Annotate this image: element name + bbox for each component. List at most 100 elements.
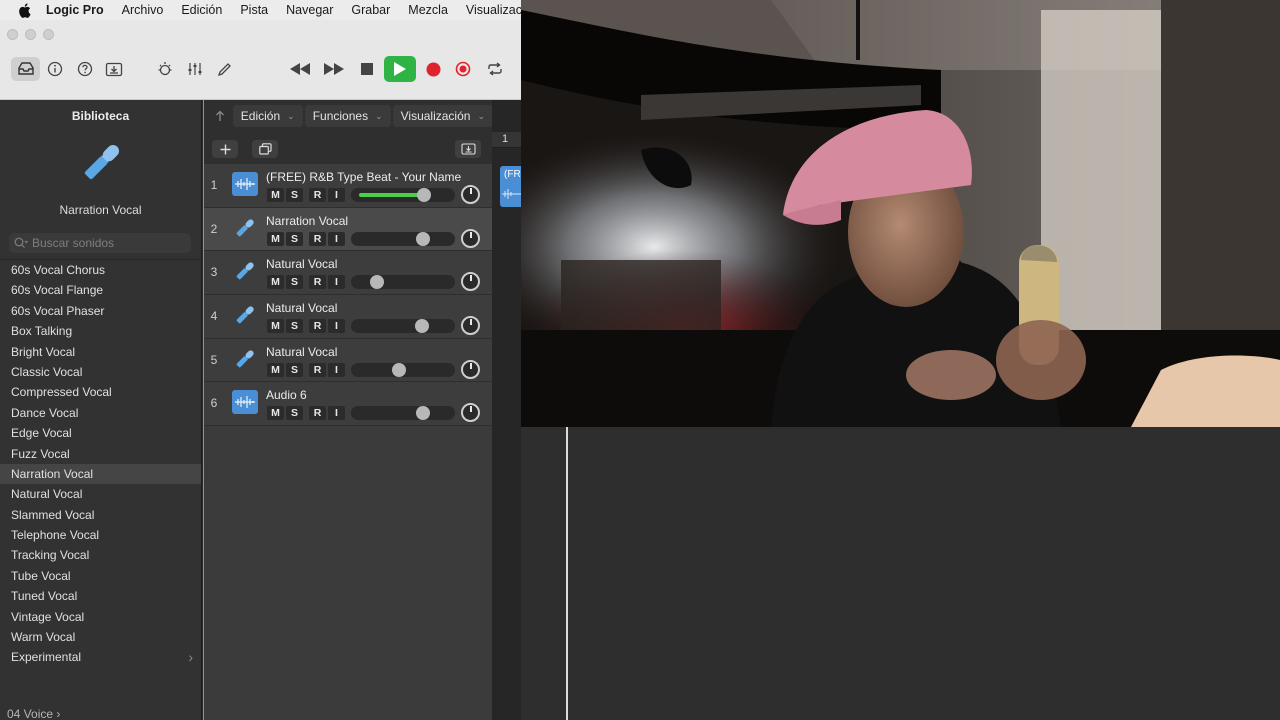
- library-item[interactable]: 60s Vocal Phaser: [0, 301, 201, 321]
- volume-fader-knob[interactable]: [415, 231, 430, 246]
- pan-knob[interactable]: [461, 403, 480, 423]
- microphone-icon[interactable]: [232, 259, 258, 283]
- smart-controls-button[interactable]: [154, 57, 176, 81]
- volume-fader[interactable]: [351, 319, 455, 334]
- record-enable-button[interactable]: R: [309, 275, 326, 290]
- window-close-button[interactable]: [7, 29, 18, 40]
- view-menu-button[interactable]: Visualización ⌄: [392, 105, 493, 127]
- volume-fader-knob[interactable]: [391, 362, 406, 377]
- capture-recording-button[interactable]: [452, 57, 474, 81]
- library-item[interactable]: 60s Vocal Flange: [0, 280, 201, 300]
- record-enable-button[interactable]: R: [309, 231, 326, 246]
- rewind-button[interactable]: [287, 57, 313, 81]
- waveform-icon[interactable]: [232, 390, 258, 415]
- library-footer-breadcrumb[interactable]: 04 Voice ›: [7, 707, 60, 720]
- stop-button[interactable]: [355, 57, 379, 81]
- back-button[interactable]: [209, 105, 231, 127]
- functions-menu-button[interactable]: Funciones ⌄: [304, 105, 391, 127]
- library-item[interactable]: Compressed Vocal: [0, 382, 201, 402]
- volume-fader[interactable]: [351, 362, 455, 377]
- solo-button[interactable]: S: [286, 188, 303, 202]
- track-row[interactable]: 5 Natural Vocal M S R I: [204, 338, 493, 383]
- track-name[interactable]: Narration Vocal: [266, 214, 348, 228]
- library-item[interactable]: Edge Vocal: [0, 423, 201, 443]
- volume-fader[interactable]: [351, 231, 455, 246]
- pan-knob[interactable]: [461, 228, 480, 248]
- volume-fader-knob[interactable]: [415, 406, 430, 421]
- apple-menu-icon[interactable]: [18, 2, 31, 18]
- window-zoom-button[interactable]: [43, 29, 54, 40]
- volume-fader[interactable]: [351, 275, 455, 290]
- mute-button[interactable]: M: [267, 319, 284, 334]
- pan-knob[interactable]: [461, 272, 480, 292]
- library-item[interactable]: Tube Vocal: [0, 566, 201, 586]
- library-item[interactable]: Fuzz Vocal: [0, 444, 201, 464]
- track-name[interactable]: Natural Vocal: [266, 345, 337, 359]
- play-button[interactable]: [384, 56, 416, 82]
- fast-forward-button[interactable]: [321, 57, 347, 81]
- library-search[interactable]: [9, 233, 191, 253]
- microphone-icon[interactable]: [232, 303, 258, 327]
- browser-button[interactable]: [103, 57, 125, 81]
- menu-pista[interactable]: Pista: [240, 3, 268, 17]
- library-item[interactable]: Box Talking: [0, 321, 201, 341]
- editors-button[interactable]: [213, 57, 235, 81]
- bar-ruler[interactable]: 1: [492, 132, 521, 148]
- library-item[interactable]: Telephone Vocal: [0, 525, 201, 545]
- input-monitor-button[interactable]: I: [328, 406, 345, 421]
- track-row[interactable]: 4 Natural Vocal M S R I: [204, 295, 493, 339]
- pan-knob[interactable]: [461, 359, 480, 379]
- menu-edicion[interactable]: Edición: [181, 3, 222, 17]
- library-item[interactable]: Tuned Vocal: [0, 586, 201, 606]
- record-enable-button[interactable]: R: [309, 188, 326, 202]
- track-name[interactable]: (FREE) R&B Type Beat - Your Name: [266, 170, 461, 184]
- window-minimize-button[interactable]: [25, 29, 36, 40]
- solo-button[interactable]: S: [286, 406, 303, 421]
- library-item[interactable]: Bright Vocal: [0, 342, 201, 362]
- record-enable-button[interactable]: R: [309, 319, 326, 334]
- input-monitor-button[interactable]: I: [328, 231, 345, 246]
- library-item[interactable]: Vintage Vocal: [0, 607, 201, 627]
- quick-help-button[interactable]: [74, 57, 96, 81]
- menu-navegar[interactable]: Navegar: [286, 3, 333, 17]
- microphone-icon[interactable]: [232, 216, 258, 240]
- library-item[interactable]: Narration Vocal: [0, 463, 201, 485]
- mute-button[interactable]: M: [267, 188, 284, 202]
- track-name[interactable]: Natural Vocal: [266, 257, 337, 271]
- track-name[interactable]: Natural Vocal: [266, 301, 337, 315]
- track-row[interactable]: 2 Narration Vocal M S R I: [204, 207, 493, 252]
- mute-button[interactable]: M: [267, 231, 284, 246]
- solo-button[interactable]: S: [286, 275, 303, 290]
- input-monitor-button[interactable]: I: [328, 319, 345, 334]
- edit-menu-button[interactable]: Edición ⌄: [232, 105, 303, 127]
- record-enable-button[interactable]: R: [309, 362, 326, 377]
- library-search-input[interactable]: [32, 236, 182, 250]
- inspector-button[interactable]: [44, 57, 66, 81]
- track-row[interactable]: 6 Audio 6 MSRI: [204, 382, 493, 427]
- mute-button[interactable]: M: [267, 275, 284, 290]
- menu-mezcla[interactable]: Mezcla: [408, 3, 448, 17]
- menu-visualizacion[interactable]: Visualizació: [466, 3, 521, 17]
- library-item[interactable]: Dance Vocal: [0, 403, 201, 423]
- solo-button[interactable]: S: [286, 319, 303, 334]
- mute-button[interactable]: M: [267, 362, 284, 377]
- volume-fader-knob[interactable]: [414, 319, 429, 334]
- audio-region[interactable]: (FR: [500, 166, 521, 207]
- library-item[interactable]: Tracking Vocal: [0, 545, 201, 565]
- pan-knob[interactable]: [461, 316, 480, 336]
- menu-app-name[interactable]: Logic Pro: [46, 3, 104, 17]
- volume-fader-knob[interactable]: [369, 275, 384, 290]
- menu-grabar[interactable]: Grabar: [351, 3, 390, 17]
- mute-button[interactable]: M: [267, 406, 284, 421]
- library-item[interactable]: Classic Vocal: [0, 362, 201, 382]
- library-item[interactable]: Natural Vocal: [0, 484, 201, 504]
- volume-fader[interactable]: [351, 406, 455, 421]
- microphone-icon[interactable]: [232, 347, 258, 371]
- library-button[interactable]: [11, 57, 40, 81]
- solo-button[interactable]: S: [286, 362, 303, 377]
- menu-archivo[interactable]: Archivo: [122, 3, 164, 17]
- record-enable-button[interactable]: R: [309, 406, 326, 421]
- track-row[interactable]: 3 Natural Vocal M S R I: [204, 251, 493, 296]
- track-name[interactable]: Audio 6: [266, 388, 307, 402]
- volume-fader[interactable]: [351, 188, 455, 202]
